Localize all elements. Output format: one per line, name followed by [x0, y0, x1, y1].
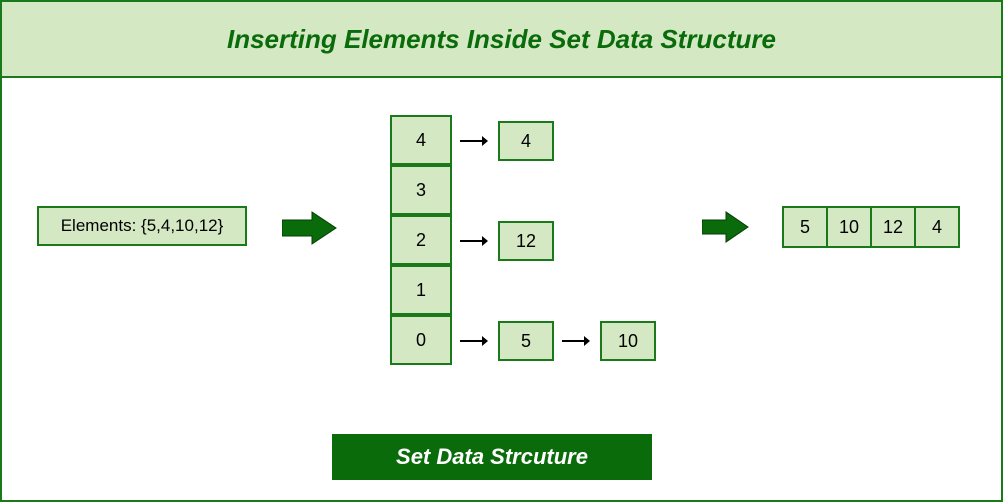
hash-bucket: 0: [390, 315, 452, 365]
hash-row: 0 5 10: [390, 316, 656, 366]
hash-chain-node: 10: [600, 321, 656, 361]
result-cell: 12: [870, 206, 916, 248]
arrow-icon: [562, 334, 590, 348]
result-cell: 5: [782, 206, 828, 248]
hash-bucket: 4: [390, 115, 452, 165]
arrow-icon: [282, 210, 338, 251]
footer-label-box: Set Data Strcuture: [332, 434, 652, 480]
input-elements-text: Elements: {5,4,10,12}: [61, 216, 224, 236]
diagram-container: Inserting Elements Inside Set Data Struc…: [0, 0, 1003, 502]
hash-row: 1: [390, 266, 656, 316]
hash-row: 4 4: [390, 116, 656, 166]
hash-bucket: 3: [390, 165, 452, 215]
hash-row: 3: [390, 166, 656, 216]
hash-chain-node: 12: [498, 221, 554, 261]
result-set: 5 10 12 4: [782, 206, 960, 248]
footer-label-text: Set Data Strcuture: [396, 444, 588, 470]
hash-chain-node: 4: [498, 121, 554, 161]
hash-chain-node: 5: [498, 321, 554, 361]
hash-bucket: 1: [390, 265, 452, 315]
arrow-icon: [460, 134, 488, 148]
diagram-content: Elements: {5,4,10,12} 4 4 3 2: [2, 78, 1001, 500]
input-elements-box: Elements: {5,4,10,12}: [37, 206, 247, 246]
header-bar: Inserting Elements Inside Set Data Struc…: [2, 2, 1001, 78]
result-cell: 4: [914, 206, 960, 248]
hash-bucket: 2: [390, 215, 452, 265]
hash-row: 2 12: [390, 216, 656, 266]
result-cell: 10: [826, 206, 872, 248]
arrow-icon: [460, 334, 488, 348]
hash-table: 4 4 3 2 12 1 0: [390, 116, 656, 366]
arrow-icon: [702, 210, 750, 249]
diagram-title: Inserting Elements Inside Set Data Struc…: [227, 24, 776, 55]
arrow-icon: [460, 234, 488, 248]
